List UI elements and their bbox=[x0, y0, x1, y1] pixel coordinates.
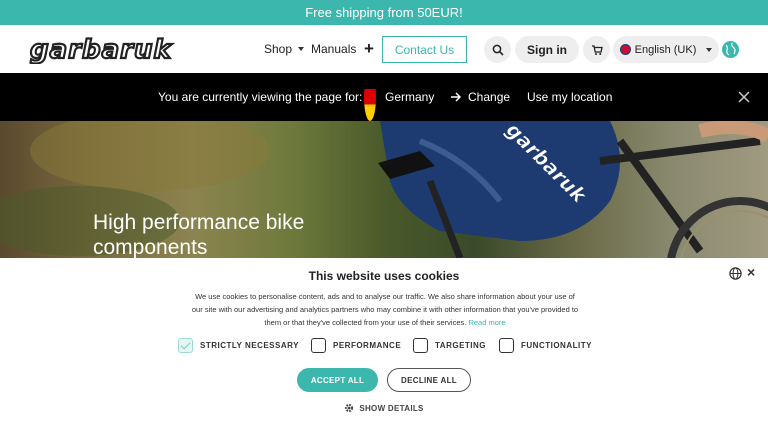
checkbox-functionality[interactable]: FUNCTIONALITY bbox=[499, 336, 592, 354]
show-details-toggle[interactable]: SHOW DETAILS bbox=[0, 403, 768, 413]
checkbox-box[interactable] bbox=[311, 337, 326, 353]
hero-title: High performance bike components bbox=[93, 211, 305, 258]
checkbox-label: STRICTLY NECESSARY bbox=[200, 340, 299, 350]
nav-manuals[interactable]: Manuals bbox=[311, 25, 356, 73]
geo-prefix: You are currently viewing the page for: bbox=[158, 90, 363, 104]
gear-icon bbox=[345, 403, 354, 413]
nav-shop-label: Shop bbox=[264, 42, 293, 56]
cart-icon bbox=[591, 44, 603, 55]
hero-banner: garbaruk High performance bike component… bbox=[0, 121, 768, 258]
plus-icon[interactable]: + bbox=[364, 25, 374, 73]
search-button[interactable] bbox=[484, 36, 511, 63]
accept-all-button[interactable]: ACCEPT ALL bbox=[297, 368, 378, 392]
checkbox-box[interactable] bbox=[178, 337, 193, 353]
geo-country: Germany bbox=[385, 90, 435, 104]
accept-all-label: ACCEPT ALL bbox=[310, 375, 365, 385]
checkbox-targeting[interactable]: TARGETING bbox=[413, 336, 486, 354]
nav-shop[interactable]: Shop bbox=[264, 25, 305, 73]
checkbox-label: FUNCTIONALITY bbox=[521, 340, 592, 350]
checkbox-box[interactable] bbox=[413, 337, 428, 353]
globe-icon bbox=[722, 41, 739, 58]
contact-us-label: Contact Us bbox=[394, 42, 455, 57]
search-icon bbox=[492, 44, 504, 56]
chevron-down-icon bbox=[298, 47, 305, 51]
nav-manuals-label: Manuals bbox=[311, 42, 357, 56]
cookie-language-globe-icon[interactable] bbox=[729, 267, 742, 285]
uk-flag-icon bbox=[619, 44, 631, 55]
cookie-description: We use cookies to personalise content, a… bbox=[190, 290, 580, 329]
cookie-banner: This website uses cookies × We use cooki… bbox=[0, 258, 768, 432]
promo-banner: Free shipping from 50EUR! bbox=[0, 0, 768, 25]
decline-all-button[interactable]: DECLINE ALL bbox=[387, 368, 471, 392]
chevron-down-icon bbox=[706, 47, 713, 52]
checkbox-box[interactable] bbox=[499, 337, 514, 353]
language-label: English (UK) bbox=[634, 43, 697, 56]
geo-bar: You are currently viewing the page for: … bbox=[0, 73, 768, 121]
cookie-description-text: We use cookies to personalise content, a… bbox=[191, 292, 579, 327]
checkbox-label: TARGETING bbox=[435, 340, 487, 350]
use-my-location-link[interactable]: Use my location bbox=[527, 73, 612, 121]
sign-in-label: Sign in bbox=[527, 42, 567, 57]
sign-in-button[interactable]: Sign in bbox=[515, 36, 579, 63]
checkbox-strictly-necessary[interactable]: STRICTLY NECESSARY bbox=[178, 336, 299, 354]
logo-text: garbaruk bbox=[30, 35, 172, 64]
cookie-close-icon[interactable]: × bbox=[747, 264, 755, 280]
garbaruk-logo[interactable]: garbaruk bbox=[28, 34, 230, 64]
show-details-label: SHOW DETAILS bbox=[359, 403, 424, 413]
checkbox-label: PERFORMANCE bbox=[333, 340, 402, 350]
arrow-right-icon bbox=[451, 73, 462, 121]
site-header: garbaruk Shop Manuals + Contact Us Sign … bbox=[0, 25, 768, 73]
cart-button[interactable] bbox=[583, 36, 610, 63]
cookie-title: This website uses cookies bbox=[308, 269, 460, 283]
change-country-link[interactable]: Change bbox=[468, 73, 510, 121]
read-more-link[interactable]: Read more bbox=[468, 318, 505, 327]
checkbox-performance[interactable]: PERFORMANCE bbox=[311, 336, 401, 354]
region-globe-button[interactable] bbox=[721, 40, 740, 64]
contact-us-button[interactable]: Contact Us bbox=[382, 36, 467, 63]
language-selector[interactable]: English (UK) bbox=[613, 36, 719, 63]
decline-all-label: DECLINE ALL bbox=[401, 375, 457, 385]
close-icon[interactable] bbox=[738, 73, 750, 121]
promo-text: Free shipping from 50EUR! bbox=[305, 5, 463, 20]
